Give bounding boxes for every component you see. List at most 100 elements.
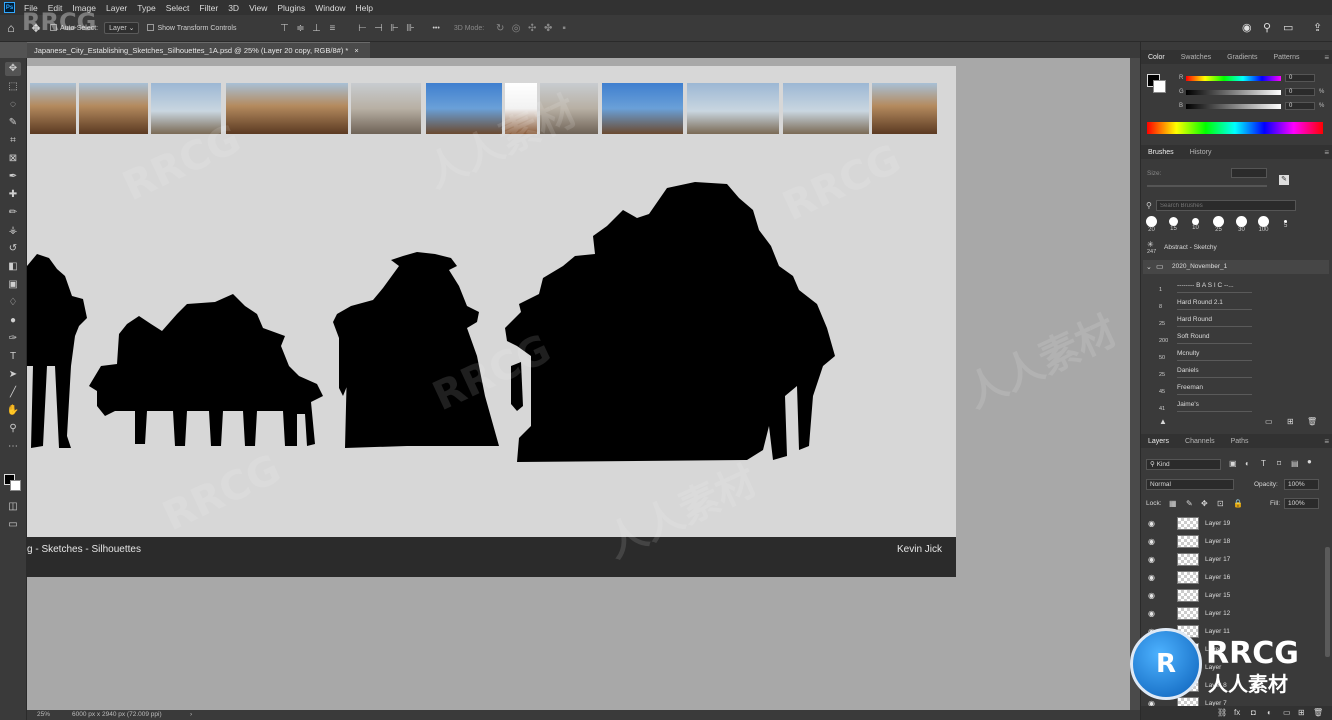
brush-tip-preset[interactable]: 15 [1169,217,1178,232]
align-center-icon[interactable]: ⊣ [370,23,386,34]
zoom-tool-icon[interactable]: ⚲ [5,422,21,436]
layer-name[interactable]: Layer 17 [1205,556,1230,563]
tab-history[interactable]: History [1183,149,1221,156]
filter-shape-icon[interactable]: ⌑ [1277,459,1281,468]
blend-mode-dropdown[interactable]: Normal [1146,479,1234,490]
filter-type-icon[interactable]: T [1261,459,1266,468]
tab-brushes[interactable]: Brushes [1141,149,1183,156]
healing-brush-tool-icon[interactable]: ✚ [5,188,21,202]
path-select-tool-icon[interactable]: ➤ [5,368,21,382]
slider-r[interactable]: R 0 [1179,74,1329,83]
filter-adjustment-icon[interactable]: ◐ [1245,459,1250,468]
layer-row[interactable]: ◉ Layer 16 [1145,569,1323,587]
adjustment-layer-icon[interactable]: ◐ [1267,708,1272,717]
show-transform-checkbox[interactable] [147,24,157,32]
slider-g-value[interactable]: 0 [1285,88,1315,96]
brush-size-field[interactable] [1231,168,1267,178]
menu-3d[interactable]: 3D [223,3,244,13]
scale-3d-icon[interactable]: ▪ [556,23,572,34]
quick-select-tool-icon[interactable]: ✎ [5,116,21,130]
brush-size-triangle-icon[interactable]: ▲ [1159,417,1167,426]
visibility-eye-icon[interactable]: ◉ [1148,519,1155,528]
brush-preset-item[interactable]: 41 Jaime's [1147,397,1327,414]
lock-all-icon[interactable]: 🔒 [1233,499,1243,508]
brush-preset-item[interactable]: 8 Hard Round 2.1 [1147,295,1327,312]
background-color-swatch[interactable] [10,480,21,491]
gradient-tool-icon[interactable]: ▣ [5,278,21,292]
clone-stamp-tool-icon[interactable]: ⚶ [5,224,21,238]
brush-preset-item[interactable]: 25 Daniels [1147,363,1327,380]
new-brush-icon[interactable]: ⊞ [1287,417,1294,426]
blur-tool-icon[interactable]: ♢ [5,296,21,310]
menu-filter[interactable]: Filter [194,3,223,13]
link-layers-icon[interactable]: ⛓ [1217,708,1227,717]
visibility-eye-icon[interactable]: ◉ [1148,555,1155,564]
layer-row[interactable]: ◉ Layer 12 [1145,605,1323,623]
tab-gradients[interactable]: Gradients [1220,54,1266,61]
visibility-eye-icon[interactable]: ◉ [1148,573,1155,582]
align-bottom-icon[interactable]: ⊥ [308,23,324,34]
workspace-icon[interactable]: ▭ [1283,21,1293,34]
panel-menu-icon[interactable]: ≡ [1324,53,1329,62]
more-options-button[interactable]: ••• [432,25,439,32]
layers-scrollbar[interactable] [1325,547,1330,657]
slider-r-track[interactable] [1186,76,1281,81]
panel-menu-icon[interactable]: ≡ [1324,148,1329,157]
canvas-area[interactable]: g - Sketches - Silhouettes Kevin Jick [27,58,1140,717]
align-left-icon[interactable]: ⊢ [354,23,370,34]
slider-g-track[interactable] [1186,90,1281,95]
visibility-eye-icon[interactable]: ◉ [1148,609,1155,618]
vertical-scrollbar[interactable] [1130,58,1140,710]
panel-menu-icon[interactable]: ≡ [1324,437,1329,446]
auto-select-target-dropdown[interactable]: Layer ⌄ [104,22,140,34]
brush-preset-item[interactable]: 50 Mcnulty [1147,346,1327,363]
layer-name[interactable]: Layer 12 [1205,610,1230,617]
background-color-swatch[interactable] [1153,80,1166,93]
type-tool-icon[interactable]: T [5,350,21,364]
line-tool-icon[interactable]: ╱ [5,386,21,400]
slider-b-track[interactable] [1186,104,1281,109]
brush-tip-preset[interactable]: 100 [1258,216,1269,233]
slider-b[interactable]: B 0 % [1179,102,1329,111]
slider-b-value[interactable]: 0 [1285,102,1315,110]
document-canvas[interactable]: g - Sketches - Silhouettes Kevin Jick [27,66,956,577]
filter-pixel-icon[interactable]: ▣ [1229,459,1237,468]
history-brush-tool-icon[interactable]: ↺ [5,242,21,256]
layer-name[interactable]: Layer 18 [1205,538,1230,545]
slider-r-value[interactable]: 0 [1285,74,1315,82]
align-vcenter-icon[interactable]: ≑ [292,23,308,34]
new-group-icon[interactable]: ▭ [1283,708,1291,717]
opacity-field[interactable]: 100% [1284,479,1319,490]
align-right-icon[interactable]: ⊩ [386,23,402,34]
tab-color[interactable]: Color [1141,54,1174,61]
eraser-tool-icon[interactable]: ◧ [5,260,21,274]
layer-name[interactable]: Layer 16 [1205,574,1230,581]
menu-help[interactable]: Help [350,3,377,13]
color-spectrum-ramp[interactable] [1147,122,1323,134]
menu-window[interactable]: Window [310,3,350,13]
slide-3d-icon[interactable]: ✤ [540,23,556,34]
orbit-3d-icon[interactable]: ↻ [492,23,508,34]
crop-tool-icon[interactable]: ⌗ [5,134,21,148]
layer-row[interactable]: ◉ Layer 17 [1145,551,1323,569]
menu-view[interactable]: View [244,3,272,13]
lock-artboard-icon[interactable]: ⊡ [1217,499,1224,508]
home-icon[interactable]: ⌂ [0,21,22,35]
eyedropper-tool-icon[interactable]: ✒ [5,170,21,184]
brush-tip-preset[interactable]: 30 [1236,216,1247,233]
tab-layers[interactable]: Layers [1141,438,1178,445]
share-account-icon[interactable]: ◉ [1242,21,1252,34]
tab-paths[interactable]: Paths [1224,438,1258,445]
tab-patterns[interactable]: Patterns [1266,54,1308,61]
move-tool-icon[interactable]: ✥ [5,62,21,76]
brush-tip-preset[interactable]: 20 [1146,216,1157,233]
tab-channels[interactable]: Channels [1178,438,1224,445]
roll-3d-icon[interactable]: ◎ [508,23,524,34]
slider-g[interactable]: G 0 % [1179,88,1329,97]
marquee-tool-icon[interactable]: ⬚ [5,80,21,94]
distribute-icon[interactable]: ⊪ [402,23,418,34]
status-menu-arrow[interactable]: › [190,711,192,718]
new-brush-preset-icon[interactable]: ✎ [1279,175,1289,185]
share-icon[interactable]: ⇪ [1313,21,1322,34]
dodge-tool-icon[interactable]: ● [5,314,21,328]
